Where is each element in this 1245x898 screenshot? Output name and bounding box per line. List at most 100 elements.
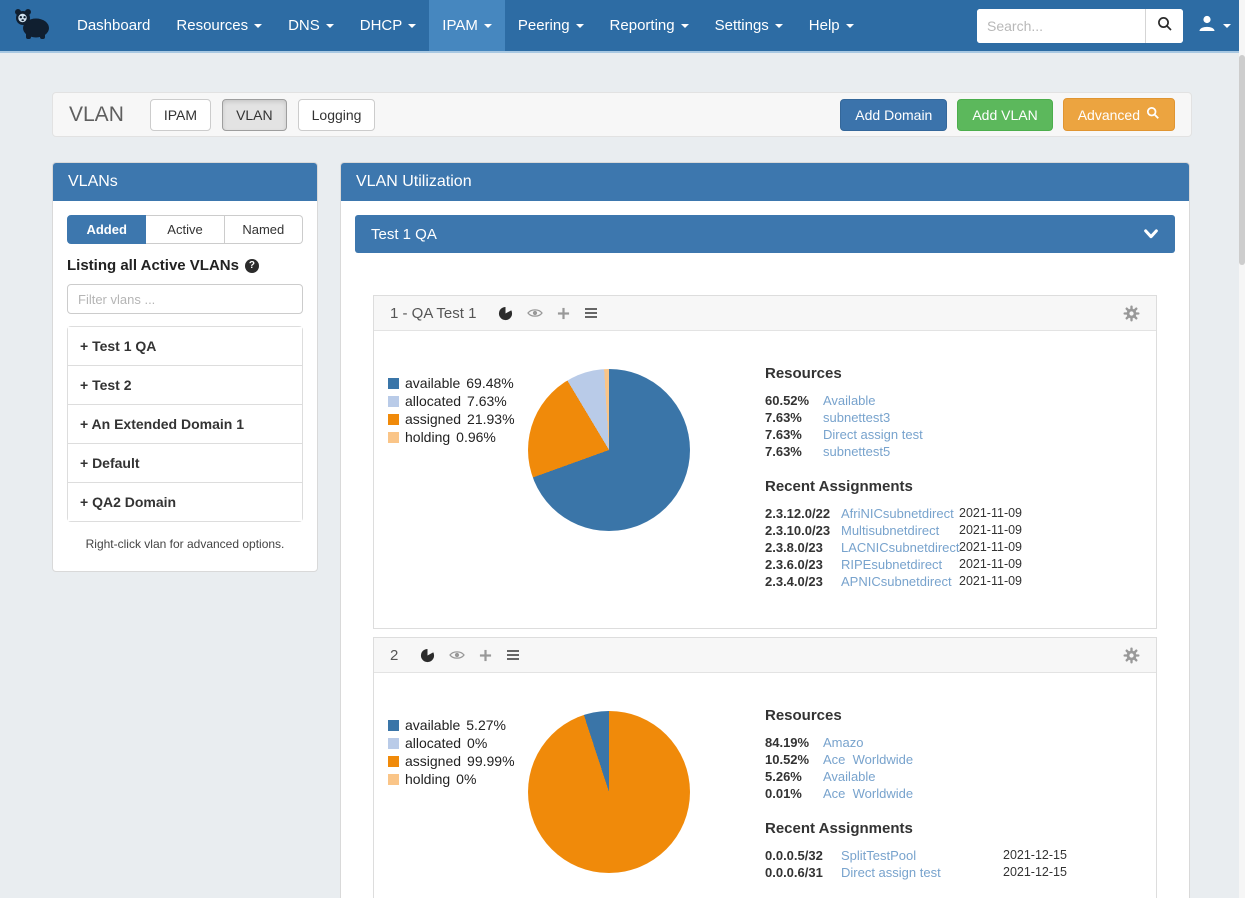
add-domain-label: Add Domain — [855, 107, 932, 123]
assignment-link[interactable]: SplitTestPool — [841, 847, 1003, 864]
filter-vlans-input[interactable] — [67, 284, 303, 314]
add-domain-button[interactable]: Add Domain — [840, 99, 947, 131]
nav-label: Peering — [518, 17, 570, 34]
search-input[interactable] — [977, 9, 1145, 43]
resource-row: 7.63%subnettest3 — [765, 409, 1142, 426]
resource-link[interactable]: subnettest5 — [823, 443, 890, 460]
resource-link[interactable]: subnettest3 — [823, 409, 890, 426]
nav-ipam[interactable]: IPAM — [429, 0, 505, 51]
resource-link[interactable]: Direct assign test — [823, 426, 923, 443]
assignment-block: 2.3.12.0/22 — [765, 505, 841, 522]
nav-dhcp[interactable]: DHCP — [347, 0, 430, 51]
assignment-row: 2.3.8.0/23LACNICsubnetdirect2021-11-09 — [765, 539, 1142, 556]
nav-help[interactable]: Help — [796, 0, 867, 51]
search-button[interactable] — [1145, 9, 1183, 43]
list-menu-icon[interactable] — [506, 649, 520, 661]
pie-chart-icon[interactable] — [420, 648, 435, 663]
assignment-link[interactable]: Direct assign test — [841, 864, 1003, 881]
vlan-filter-tabs: Added Active Named — [67, 215, 303, 244]
assignment-link[interactable]: Multisubnetdirect — [841, 522, 959, 539]
nav-reporting[interactable]: Reporting — [597, 0, 702, 51]
vlan-list-item[interactable]: + An Extended Domain 1 — [68, 405, 302, 444]
list-menu-icon[interactable] — [584, 307, 598, 319]
legend-value: 0% — [467, 735, 487, 751]
assignment-link[interactable]: AfriNICsubnetdirect — [841, 505, 959, 522]
resource-pct: 7.63% — [765, 426, 823, 443]
resource-link[interactable]: Amazo — [823, 734, 863, 751]
add-vlan-button[interactable]: Add VLAN — [957, 99, 1052, 131]
help-question-icon[interactable]: ? — [245, 259, 259, 273]
assignments-heading: Recent Assignments — [765, 478, 1142, 495]
resource-link[interactable]: Ace Worldwide — [823, 785, 913, 802]
chevron-down-icon — [775, 24, 783, 28]
assignment-block: 2.3.8.0/23 — [765, 539, 841, 556]
resource-row: 0.01%Ace Worldwide — [765, 785, 1142, 802]
vlan-list-item[interactable]: + Default — [68, 444, 302, 483]
assignment-date: 2021-11-09 — [959, 573, 1022, 590]
tab-added[interactable]: Added — [67, 215, 146, 244]
assignment-link[interactable]: APNICsubnetdirect — [841, 573, 959, 590]
advanced-search-button[interactable]: Advanced — [1063, 98, 1175, 131]
legend-swatch — [388, 720, 399, 731]
legend-item: available 5.27% — [388, 717, 528, 733]
legend-value: 0.96% — [456, 429, 496, 445]
assignment-block: 2.3.4.0/23 — [765, 573, 841, 590]
page-title: VLAN — [69, 103, 124, 127]
nav-peering[interactable]: Peering — [505, 0, 597, 51]
nav-dashboard[interactable]: Dashboard — [64, 0, 163, 51]
nav-dns[interactable]: DNS — [275, 0, 347, 51]
resource-link[interactable]: Available — [823, 392, 876, 409]
assignment-link[interactable]: RIPEsubnetdirect — [841, 556, 959, 573]
tab-ipam[interactable]: IPAM — [150, 99, 211, 131]
vlan-list-item[interactable]: + QA2 Domain — [68, 483, 302, 521]
panda-logo-icon — [10, 5, 54, 46]
nav-label: Reporting — [610, 17, 675, 34]
nav-label: IPAM — [442, 17, 478, 34]
vlan-card-1-body: available69.48% allocated7.63% assigned2… — [374, 331, 1156, 628]
legend-swatch — [388, 396, 399, 407]
assignment-row: 2.3.12.0/22AfriNICsubnetdirect2021-11-09 — [765, 505, 1142, 522]
tab-vlan[interactable]: VLAN — [222, 99, 287, 131]
user-menu[interactable] — [1197, 13, 1231, 38]
scrollbar[interactable] — [1239, 0, 1245, 898]
eye-icon[interactable] — [449, 648, 465, 662]
scrollbar-thumb[interactable] — [1239, 55, 1245, 265]
resource-link[interactable]: Ace Worldwide — [823, 751, 913, 768]
utilization-pie-chart — [528, 711, 690, 873]
domain-group-label: Test 1 QA — [371, 226, 437, 243]
gear-icon[interactable] — [1123, 305, 1140, 322]
tab-active[interactable]: Active — [146, 215, 224, 244]
utilization-panel-body: Test 1 QA 1 - QA Test 1 — [341, 201, 1189, 898]
vlan-list-item[interactable]: + Test 2 — [68, 366, 302, 405]
legend-value: 5.27% — [466, 717, 506, 733]
utilization-legend: available5.27% allocated0% assigned99.99… — [388, 673, 528, 898]
pie-chart-icon[interactable] — [498, 306, 513, 321]
legend-name: available — [405, 717, 460, 733]
app-logo[interactable] — [0, 0, 64, 51]
plus-icon[interactable] — [479, 649, 492, 662]
assignment-link[interactable]: LACNICsubnetdirect — [841, 539, 959, 556]
legend-name: allocated — [405, 735, 461, 751]
eye-icon[interactable] — [527, 306, 543, 320]
listing-label: Listing all Active VLANs ? — [67, 257, 303, 274]
vlan-list-item[interactable]: + Test 1 QA — [68, 327, 302, 366]
nav-settings[interactable]: Settings — [702, 0, 796, 51]
assignment-date: 2021-11-09 — [959, 539, 1022, 556]
domain-group-bar[interactable]: Test 1 QA — [355, 215, 1175, 253]
gear-icon[interactable] — [1123, 647, 1140, 664]
assignment-date: 2021-11-09 — [959, 505, 1022, 522]
tab-logging[interactable]: Logging — [298, 99, 376, 131]
assignment-date: 2021-11-09 — [959, 522, 1022, 539]
resource-row: 60.52%Available — [765, 392, 1142, 409]
resource-link[interactable]: Available — [823, 768, 876, 785]
assignment-date: 2021-12-15 — [1003, 864, 1067, 881]
vlan-card-2-body: available5.27% allocated0% assigned99.99… — [374, 673, 1156, 898]
chevron-down-icon — [484, 24, 492, 28]
search-icon — [1157, 16, 1173, 35]
nav-resources[interactable]: Resources — [163, 0, 275, 51]
collapse-chevron-icon[interactable] — [1143, 227, 1159, 241]
tab-named[interactable]: Named — [225, 215, 303, 244]
plus-icon[interactable] — [557, 307, 570, 320]
legend-swatch — [388, 774, 399, 785]
legend-value: 21.93% — [467, 411, 514, 427]
